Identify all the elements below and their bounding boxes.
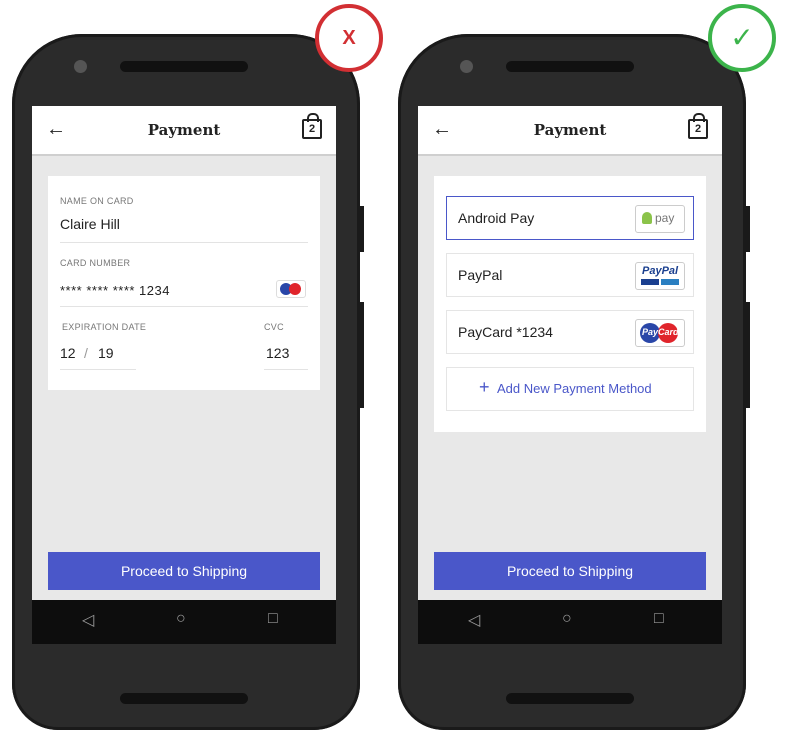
android-nav-bar: ◁ ○ □ <box>32 600 336 644</box>
power-button <box>745 302 750 408</box>
name-on-card-label: NAME ON CARD <box>60 196 134 206</box>
paypal-logo-icon: PayPal <box>635 262 685 290</box>
proceed-to-shipping-button[interactable]: Proceed to Shipping <box>434 552 706 590</box>
nav-back-icon[interactable]: ◁ <box>468 610 480 630</box>
cvc-field[interactable]: 123 <box>266 345 289 361</box>
page-title: Payment <box>147 121 221 139</box>
expiration-date-label: EXPIRATION DATE <box>62 322 147 332</box>
payment-methods-list: Android Pay pay PayPal PayPal PayCard *1… <box>434 176 706 432</box>
phone-bad-example: ← Payment 2 NAME ON CARD Claire Hill CAR… <box>12 34 364 730</box>
shopping-bag-icon[interactable]: 2 <box>302 113 322 139</box>
page-title: Payment <box>533 121 607 139</box>
nav-back-icon[interactable]: ◁ <box>82 610 94 630</box>
correct-marker-icon: ✓ <box>708 4 776 72</box>
nav-recents-icon[interactable]: □ <box>268 610 278 628</box>
speaker-grille <box>120 61 248 72</box>
nav-home-icon[interactable]: ○ <box>562 610 572 628</box>
card-form: NAME ON CARD Claire Hill CARD NUMBER ***… <box>48 176 320 390</box>
volume-button <box>745 206 750 252</box>
android-pay-logo-icon: pay <box>635 205 685 233</box>
cvc-label: CVC <box>264 322 284 332</box>
add-payment-method-label: Add New Payment Method <box>497 381 652 396</box>
nav-recents-icon[interactable]: □ <box>654 610 664 628</box>
exp-month-field[interactable]: 12 <box>60 345 76 361</box>
divider <box>264 369 308 370</box>
payment-method-label: PayPal <box>458 267 503 283</box>
camera-icon <box>74 60 87 73</box>
paycard-logo-icon <box>276 280 306 298</box>
divider <box>60 306 308 307</box>
nav-home-icon[interactable]: ○ <box>176 610 186 628</box>
volume-button <box>359 206 364 252</box>
payment-method-android-pay[interactable]: Android Pay pay <box>446 196 694 240</box>
divider <box>60 242 308 243</box>
payment-screen-good: ← Payment 2 Android Pay pay PayPal PayPa… <box>418 106 722 644</box>
exp-year-field[interactable]: 19 <box>98 345 114 361</box>
phone-good-example: ← Payment 2 Android Pay pay PayPal PayPa… <box>398 34 750 730</box>
exp-separator: / <box>84 345 88 361</box>
card-number-label: CARD NUMBER <box>60 258 131 268</box>
payment-method-label: PayCard *1234 <box>458 324 553 340</box>
bottom-grille <box>506 693 634 704</box>
proceed-to-shipping-button[interactable]: Proceed to Shipping <box>48 552 320 590</box>
power-button <box>359 302 364 408</box>
add-payment-method-button[interactable]: + Add New Payment Method <box>446 367 694 411</box>
plus-icon: + <box>479 377 490 397</box>
paycard-logo-icon: PayCard <box>635 319 685 347</box>
card-number-field[interactable]: **** **** **** 1234 <box>60 283 170 298</box>
incorrect-marker-icon: X <box>315 4 383 72</box>
bottom-grille <box>120 693 248 704</box>
app-bar: ← Payment 2 <box>32 106 336 156</box>
app-bar: ← Payment 2 <box>418 106 722 156</box>
camera-icon <box>460 60 473 73</box>
payment-screen-bad: ← Payment 2 NAME ON CARD Claire Hill CAR… <box>32 106 336 644</box>
shopping-bag-icon[interactable]: 2 <box>688 113 708 139</box>
name-on-card-field[interactable]: Claire Hill <box>60 216 120 232</box>
android-nav-bar: ◁ ○ □ <box>418 600 722 644</box>
payment-method-paycard[interactable]: PayCard *1234 PayCard <box>446 310 694 354</box>
speaker-grille <box>506 61 634 72</box>
payment-method-paypal[interactable]: PayPal PayPal <box>446 253 694 297</box>
payment-method-label: Android Pay <box>458 210 535 226</box>
divider <box>60 369 136 370</box>
